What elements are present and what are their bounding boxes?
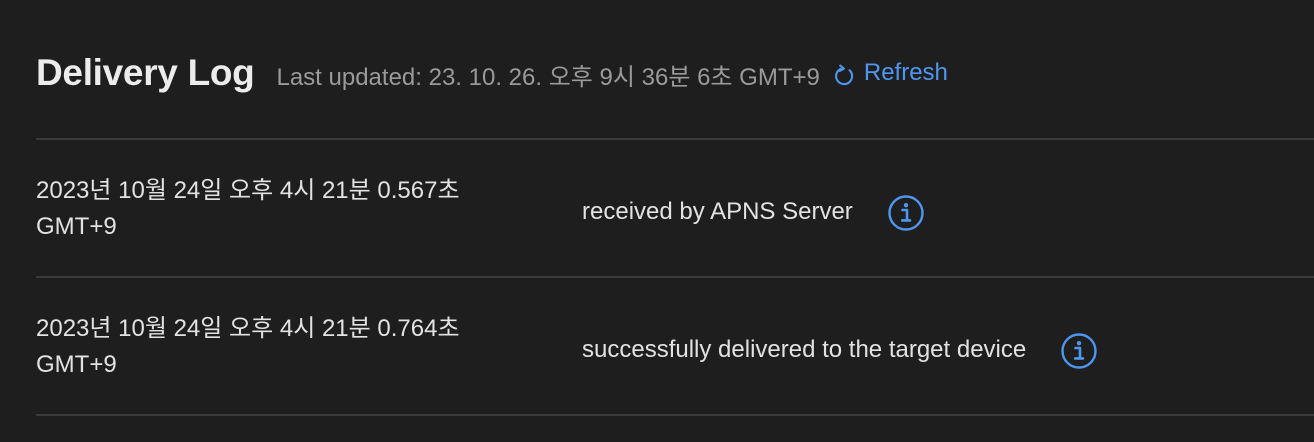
log-status: received by APNS Server <box>582 193 925 231</box>
refresh-button[interactable]: Refresh <box>832 59 948 87</box>
log-timestamp: 2023년 10월 24일 오후 4시 21분 0.567초 GMT+9 <box>36 177 460 240</box>
log-row: 2023년 10월 24일 오후 4시 21분 0.764초 GMT+9 suc… <box>36 278 1314 414</box>
refresh-label: Refresh <box>863 59 948 86</box>
delivery-log-panel: Delivery Log Last updated: 23. 10. 26. 오… <box>0 0 1314 442</box>
info-icon[interactable] <box>887 194 925 232</box>
log-status: successfully delivered to the target dev… <box>582 331 1098 369</box>
divider <box>36 414 1314 416</box>
delivery-log-header: Delivery Log Last updated: 23. 10. 26. 오… <box>36 52 948 102</box>
refresh-icon <box>834 64 853 86</box>
page-title: Delivery Log <box>36 52 255 93</box>
last-updated-text: Last updated: 23. 10. 26. 오후 9시 36분 6초 G… <box>276 64 820 91</box>
log-row: 2023년 10월 24일 오후 4시 21분 0.567초 GMT+9 rec… <box>36 140 1314 276</box>
log-status-text: successfully delivered to the target dev… <box>582 336 1027 363</box>
log-timestamp: 2023년 10월 24일 오후 4시 21분 0.764초 GMT+9 <box>36 315 460 378</box>
info-icon[interactable] <box>1060 332 1098 370</box>
log-status-text: received by APNS Server <box>582 198 853 225</box>
